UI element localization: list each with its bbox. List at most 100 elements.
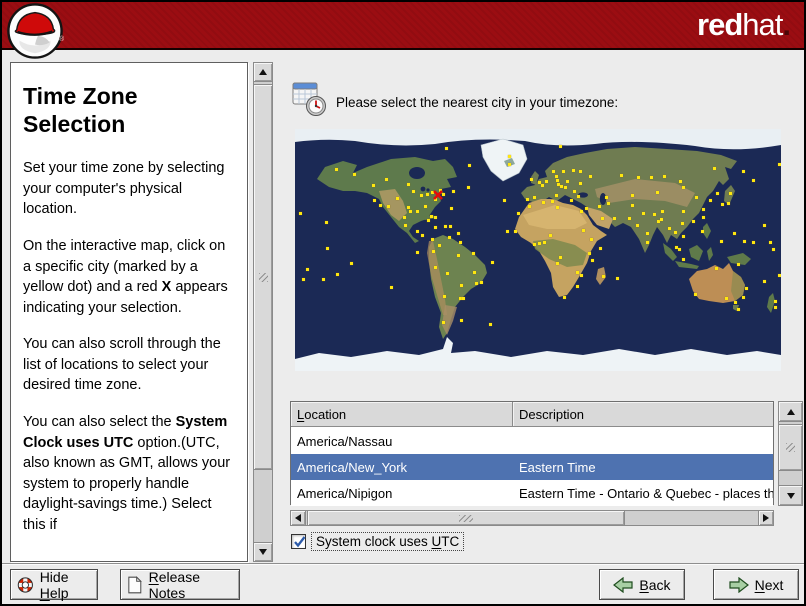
city-dot[interactable] <box>679 180 682 183</box>
release-notes-button[interactable]: Release Notes <box>120 569 240 601</box>
city-dot[interactable] <box>462 297 465 300</box>
city-dot[interactable] <box>555 175 558 178</box>
city-dot[interactable] <box>682 186 685 189</box>
city-dot[interactable] <box>473 271 476 274</box>
city-dot[interactable] <box>628 217 631 220</box>
city-dot[interactable] <box>508 163 511 166</box>
city-dot[interactable] <box>656 191 659 194</box>
city-dot[interactable] <box>589 175 592 178</box>
city-dot[interactable] <box>591 259 594 262</box>
utc-checkbox-label[interactable]: System clock uses UTC <box>311 531 465 551</box>
city-dot[interactable] <box>588 252 591 255</box>
city-dot[interactable] <box>559 256 562 259</box>
tz-scroll-right-button[interactable] <box>758 510 774 526</box>
city-dot[interactable] <box>443 295 446 298</box>
help-scroll-up-button[interactable] <box>253 62 273 82</box>
city-dot[interactable] <box>590 238 593 241</box>
city-dot[interactable] <box>563 296 566 299</box>
city-dot[interactable] <box>350 262 353 265</box>
city-dot[interactable] <box>646 232 649 235</box>
city-dot[interactable] <box>444 225 447 228</box>
city-dot[interactable] <box>416 230 419 233</box>
city-dot[interactable] <box>778 163 781 166</box>
timezone-row-nipigon[interactable]: America/Nipigon Eastern Time - Ontario &… <box>291 480 773 506</box>
city-dot[interactable] <box>709 199 712 202</box>
city-dot[interactable] <box>601 217 604 220</box>
city-dot[interactable] <box>580 274 583 277</box>
city-dot[interactable] <box>646 241 649 244</box>
city-dot[interactable] <box>613 217 616 220</box>
city-dot[interactable] <box>636 224 639 227</box>
city-dot[interactable] <box>663 175 666 178</box>
city-dot[interactable] <box>607 202 610 205</box>
city-dot[interactable] <box>472 252 475 255</box>
city-dot[interactable] <box>396 197 399 200</box>
back-button[interactable]: Back <box>599 569 685 600</box>
city-dot[interactable] <box>335 168 338 171</box>
city-dot[interactable] <box>576 285 579 288</box>
city-dot[interactable] <box>650 176 653 179</box>
city-dot[interactable] <box>450 207 453 210</box>
city-dot[interactable] <box>734 301 737 304</box>
city-dot[interactable] <box>325 221 328 224</box>
city-dot[interactable] <box>585 207 588 210</box>
city-dot[interactable] <box>752 241 755 244</box>
city-dot[interactable] <box>605 196 608 199</box>
city-dot[interactable] <box>551 200 554 203</box>
city-dot[interactable] <box>653 213 656 216</box>
city-dot[interactable] <box>412 190 415 193</box>
city-dot[interactable] <box>716 192 719 195</box>
city-dot[interactable] <box>353 173 356 176</box>
city-dot[interactable] <box>637 176 640 179</box>
city-dot[interactable] <box>545 180 548 183</box>
city-dot[interactable] <box>508 155 511 158</box>
city-dot[interactable] <box>556 206 559 209</box>
city-dot[interactable] <box>549 234 552 237</box>
city-dot[interactable] <box>713 167 716 170</box>
city-dot[interactable] <box>528 205 531 208</box>
city-dot[interactable] <box>572 169 575 172</box>
city-dot[interactable] <box>763 224 766 227</box>
city-dot[interactable] <box>552 170 555 173</box>
city-dot[interactable] <box>434 266 437 269</box>
city-dot[interactable] <box>390 286 393 289</box>
city-dot[interactable] <box>579 170 582 173</box>
city-dot[interactable] <box>432 250 435 253</box>
city-dot[interactable] <box>426 193 429 196</box>
city-dot[interactable] <box>695 196 698 199</box>
city-dot[interactable] <box>743 240 746 243</box>
city-dot[interactable] <box>431 238 434 241</box>
column-header-description[interactable]: Description <box>513 402 773 427</box>
city-dot[interactable] <box>620 174 623 177</box>
city-dot[interactable] <box>631 204 634 207</box>
city-dot[interactable] <box>570 199 573 202</box>
city-dot[interactable] <box>460 319 463 322</box>
city-dot[interactable] <box>403 216 406 219</box>
city-dot[interactable] <box>566 180 569 183</box>
city-dot[interactable] <box>526 198 529 201</box>
city-dot[interactable] <box>326 247 329 250</box>
city-dot[interactable] <box>642 212 645 215</box>
city-dot[interactable] <box>533 243 536 246</box>
city-dot[interactable] <box>573 190 576 193</box>
city-dot[interactable] <box>769 241 772 244</box>
city-dot[interactable] <box>727 202 730 205</box>
city-dot[interactable] <box>682 258 685 261</box>
timezone-row-new-york[interactable]: America/New_York Eastern Time <box>291 454 773 480</box>
city-dot[interactable] <box>299 212 302 215</box>
city-dot[interactable] <box>661 210 664 213</box>
city-dot[interactable] <box>430 215 433 218</box>
city-dot[interactable] <box>598 205 601 208</box>
city-dot[interactable] <box>555 194 558 197</box>
city-dot[interactable] <box>580 210 583 213</box>
city-dot[interactable] <box>682 235 685 238</box>
city-dot[interactable] <box>701 230 704 233</box>
city-dot[interactable] <box>434 226 437 229</box>
city-dot[interactable] <box>442 321 445 324</box>
city-dot[interactable] <box>733 232 736 235</box>
city-dot[interactable] <box>467 186 470 189</box>
city-dot[interactable] <box>445 147 448 150</box>
utc-checkbox[interactable] <box>291 533 306 549</box>
city-dot[interactable] <box>564 186 567 189</box>
city-dot[interactable] <box>774 306 777 309</box>
